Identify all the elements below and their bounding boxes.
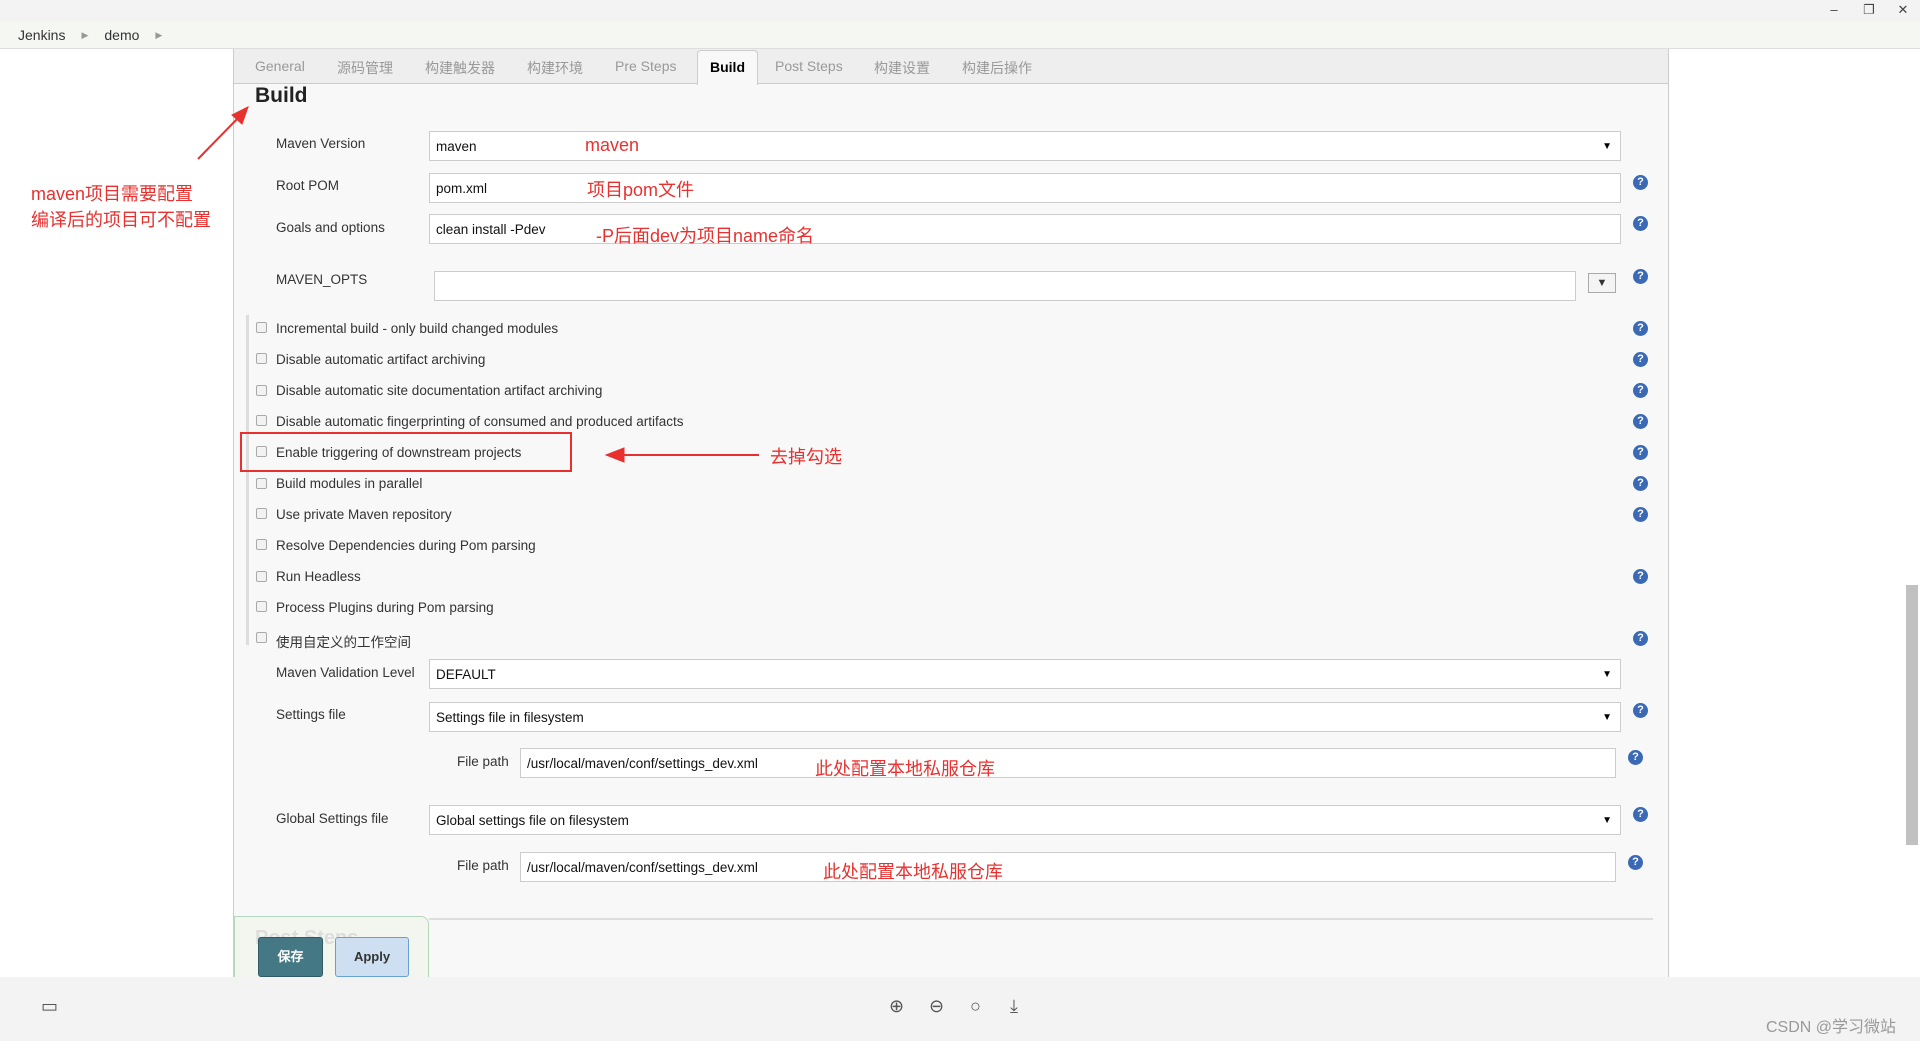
highlight-box bbox=[240, 432, 572, 472]
arrow-icon bbox=[604, 447, 759, 463]
zoom-in-icon[interactable]: ⊕ bbox=[889, 996, 904, 1017]
viewer-toolbar bbox=[0, 977, 1920, 1041]
download-icon[interactable]: ⤓ bbox=[1010, 996, 1018, 1017]
scrollbar-thumb[interactable] bbox=[1906, 585, 1918, 845]
annotation-note: maven项目需要配置 bbox=[31, 184, 194, 204]
annotation-note: 编译后的项目可不配置 bbox=[31, 210, 211, 230]
annotation-overlay bbox=[197, 105, 759, 472]
arrow-icon bbox=[197, 105, 249, 160]
zoom-out-icon[interactable]: ⊖ bbox=[929, 996, 944, 1017]
watermark: CSDN @学习微站 bbox=[1766, 1019, 1897, 1036]
annotation-note: 此处配置本地私服仓库 bbox=[815, 759, 995, 779]
reset-zoom-icon[interactable]: ○ bbox=[970, 996, 981, 1017]
panel-icon[interactable]: ▭ bbox=[41, 996, 58, 1017]
annotation-note: maven bbox=[585, 135, 640, 155]
annotation-note: 项目pom文件 bbox=[587, 180, 695, 200]
annotation-note: -P后面dev为项目name命名 bbox=[596, 226, 815, 246]
annotation-note: 此处配置本地私服仓库 bbox=[823, 862, 1003, 882]
annotation-note: 去掉勾选 bbox=[770, 447, 842, 467]
